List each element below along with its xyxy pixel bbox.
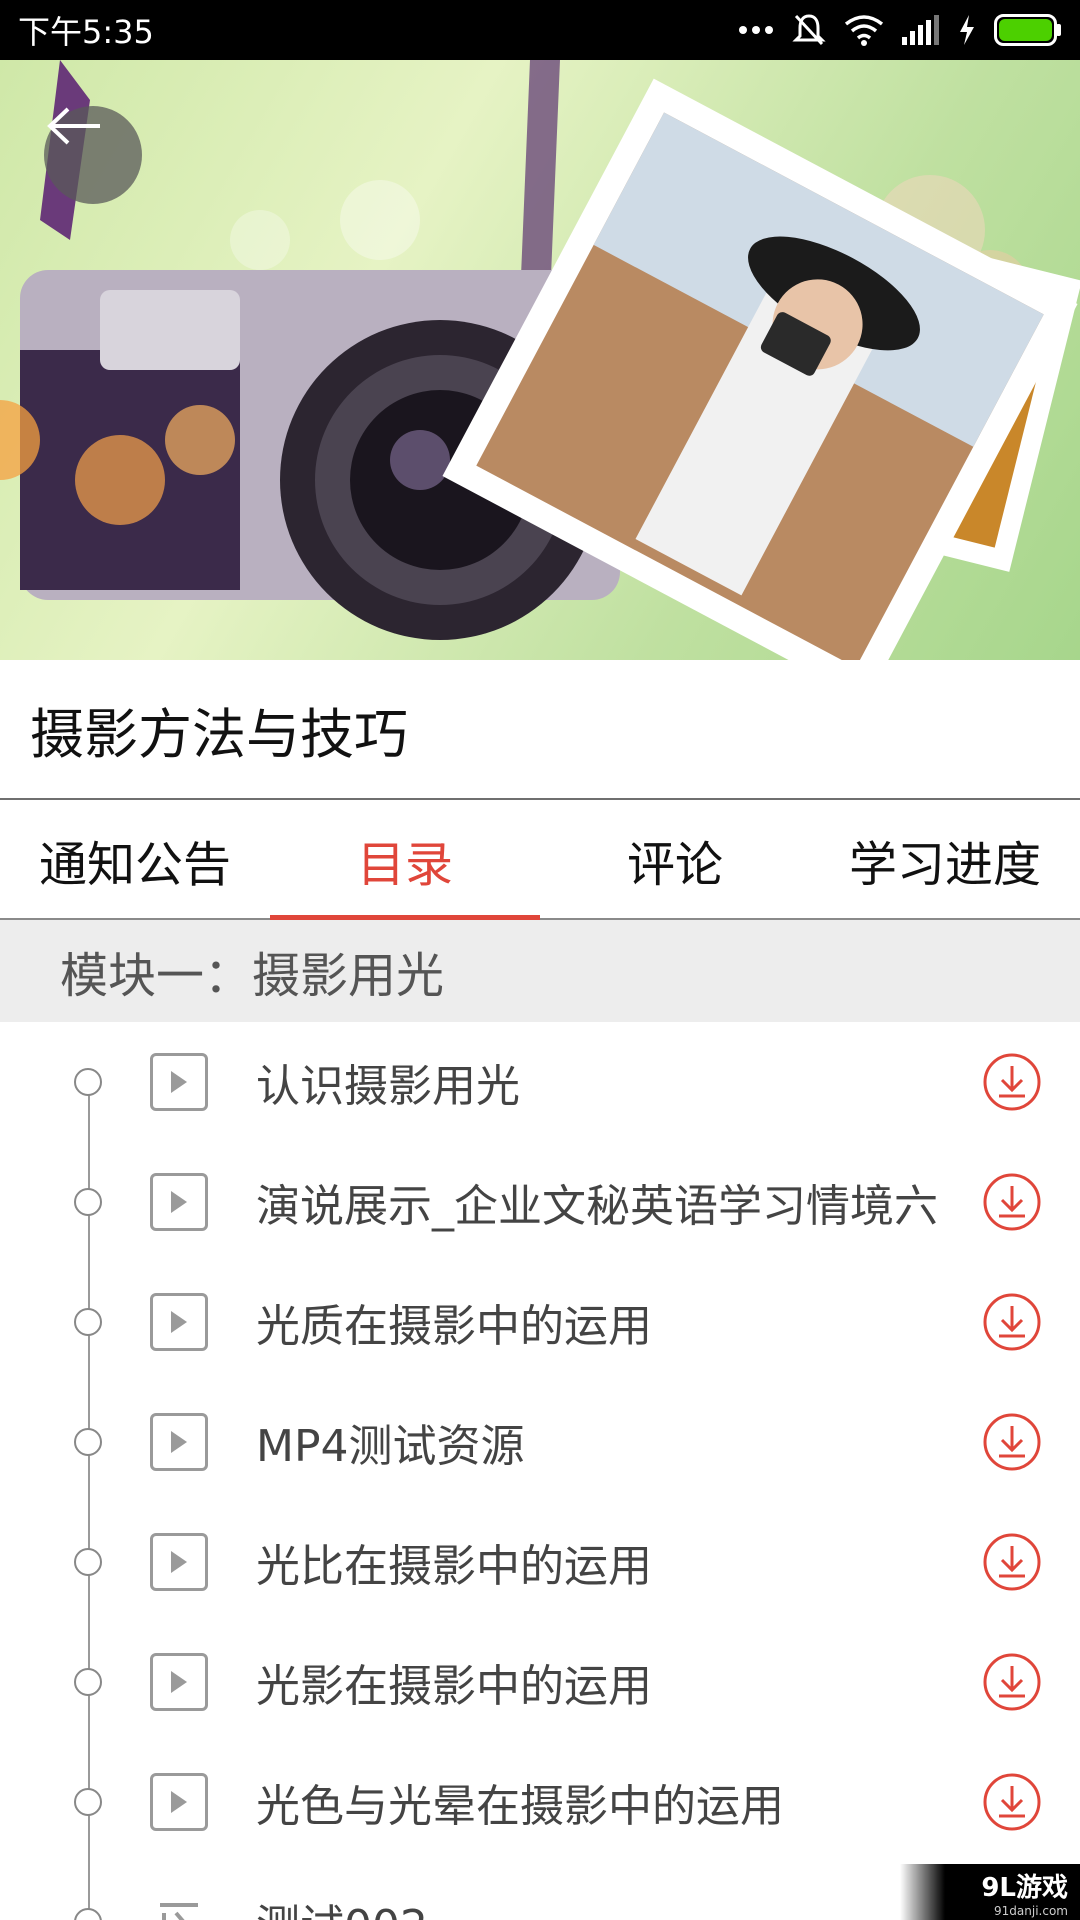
watermark-brand: 9L游戏 — [981, 1872, 1068, 1903]
list-item[interactable]: 光比在摄影中的运用 — [0, 1502, 1080, 1622]
timeline-dot — [74, 1068, 102, 1096]
play-icon — [150, 1533, 208, 1591]
lesson-title: 光质在摄影中的运用 — [256, 1301, 652, 1352]
timeline-dot — [74, 1788, 102, 1816]
tab-bar: 通知公告 目录 评论 学习进度 — [0, 802, 1080, 920]
course-title: 摄影方法与技巧 — [0, 660, 1080, 800]
timeline-dot — [74, 1428, 102, 1456]
list-item[interactable]: 光质在摄影中的运用 — [0, 1262, 1080, 1382]
download-icon[interactable] — [982, 1412, 1042, 1472]
system-icons — [738, 12, 1062, 48]
download-icon[interactable] — [982, 1292, 1042, 1352]
tab-notices[interactable]: 通知公告 — [0, 802, 270, 918]
play-icon — [150, 1653, 208, 1711]
download-icon[interactable] — [982, 1532, 1042, 1592]
play-icon — [150, 1293, 208, 1351]
play-icon — [150, 1173, 208, 1231]
status-time: 下午5:35 — [18, 13, 154, 51]
course-banner — [0, 60, 1080, 660]
download-icon[interactable] — [982, 1652, 1042, 1712]
mute-bell-icon — [792, 14, 826, 46]
watermark: 9L游戏 91danji.com — [900, 1864, 1080, 1920]
tab-comments[interactable]: 评论 — [540, 802, 810, 918]
status-bar: 下午5:35 — [0, 0, 1080, 60]
banner-illustration — [0, 60, 1080, 660]
download-icon[interactable] — [982, 1052, 1042, 1112]
timeline-dot — [74, 1188, 102, 1216]
more-dots-icon — [739, 26, 773, 34]
lesson-title: 光色与光晕在摄影中的运用 — [256, 1781, 784, 1832]
tab-catalog[interactable]: 目录 — [270, 802, 540, 920]
signal-icon — [902, 15, 939, 45]
back-button[interactable] — [44, 106, 142, 204]
timeline-dot — [74, 1908, 102, 1920]
lesson-title: 光影在摄影中的运用 — [256, 1661, 652, 1712]
list-item[interactable]: 光影在摄影中的运用 — [0, 1622, 1080, 1742]
play-icon — [150, 1413, 208, 1471]
timeline-dot — [74, 1308, 102, 1336]
arrow-left-icon — [47, 107, 100, 145]
lesson-title: 演说展示_企业文秘英语学习情境六 — [256, 1181, 938, 1232]
download-icon[interactable] — [982, 1172, 1042, 1232]
module-header: 模块一：摄影用光 — [0, 920, 1080, 1022]
document-icon — [150, 1893, 208, 1920]
lesson-title: 光比在摄影中的运用 — [256, 1541, 652, 1592]
list-item[interactable]: 演说展示_企业文秘英语学习情境六 — [0, 1142, 1080, 1262]
lesson-list: 认识摄影用光 演说展示_企业文秘英语学习情境六 光质在摄影中的运用 MP4测试资… — [0, 1022, 1080, 1920]
lesson-title: 认识摄影用光 — [256, 1061, 520, 1112]
lesson-title: MP4测试资源 — [256, 1421, 525, 1472]
download-icon[interactable] — [982, 1772, 1042, 1832]
watermark-url: 91danji.com — [994, 1903, 1068, 1918]
list-item[interactable]: MP4测试资源 — [0, 1382, 1080, 1502]
play-icon — [150, 1773, 208, 1831]
list-item[interactable]: 认识摄影用光 — [0, 1022, 1080, 1142]
timeline-dot — [74, 1668, 102, 1696]
timeline-dot — [74, 1548, 102, 1576]
list-item[interactable]: 光色与光晕在摄影中的运用 — [0, 1742, 1080, 1862]
battery-icon — [994, 14, 1061, 46]
play-icon — [150, 1053, 208, 1111]
charging-icon — [960, 15, 974, 45]
tab-progress[interactable]: 学习进度 — [810, 802, 1080, 918]
lesson-title: 测试002 — [256, 1890, 428, 1920]
wifi-icon — [844, 15, 884, 46]
